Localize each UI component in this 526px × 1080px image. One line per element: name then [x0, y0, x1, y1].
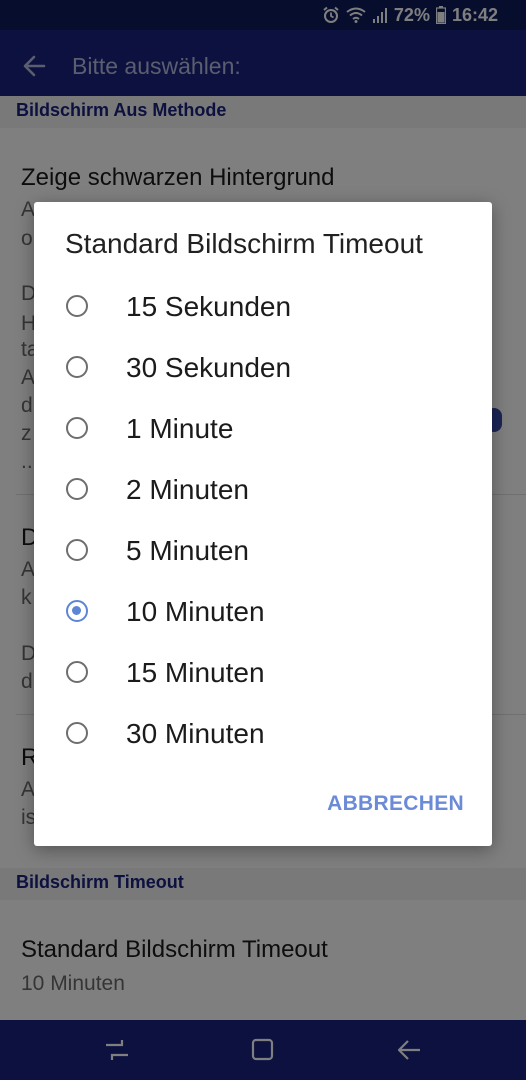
option-2-minutes[interactable]: 2 Minuten: [34, 461, 492, 522]
option-label: 15 Sekunden: [126, 291, 292, 322]
option-1-minute[interactable]: 1 Minute: [34, 400, 492, 461]
option-15-seconds[interactable]: 15 Sekunden: [34, 278, 492, 339]
radio-button[interactable]: [66, 478, 88, 500]
option-15-minutes[interactable]: 15 Minuten: [34, 644, 492, 705]
option-label: 30 Sekunden: [126, 352, 292, 383]
radio-button[interactable]: [66, 661, 88, 683]
option-label: 10 Minuten: [126, 596, 265, 627]
radio-button-checked[interactable]: [66, 600, 88, 622]
option-30-seconds[interactable]: 30 Sekunden: [34, 339, 492, 400]
radio-button[interactable]: [66, 539, 88, 561]
option-label: 5 Minuten: [126, 535, 249, 566]
radio-button[interactable]: [66, 356, 88, 378]
timeout-dialog: Standard Bildschirm Timeout 15 Sekunden …: [34, 202, 492, 846]
radio-button[interactable]: [66, 722, 88, 744]
cancel-button[interactable]: ABBRECHEN: [327, 792, 464, 816]
option-label: 2 Minuten: [126, 474, 249, 505]
radio-button[interactable]: [66, 417, 88, 439]
option-30-minutes[interactable]: 30 Minuten: [34, 705, 492, 766]
option-label: 30 Minuten: [126, 718, 265, 749]
option-5-minutes[interactable]: 5 Minuten: [34, 522, 492, 583]
radio-button[interactable]: [66, 295, 88, 317]
option-label: 15 Minuten: [126, 657, 265, 688]
option-label: 1 Minute: [126, 413, 234, 444]
dialog-title: Standard Bildschirm Timeout: [65, 228, 423, 259]
option-10-minutes[interactable]: 10 Minuten: [34, 583, 492, 644]
